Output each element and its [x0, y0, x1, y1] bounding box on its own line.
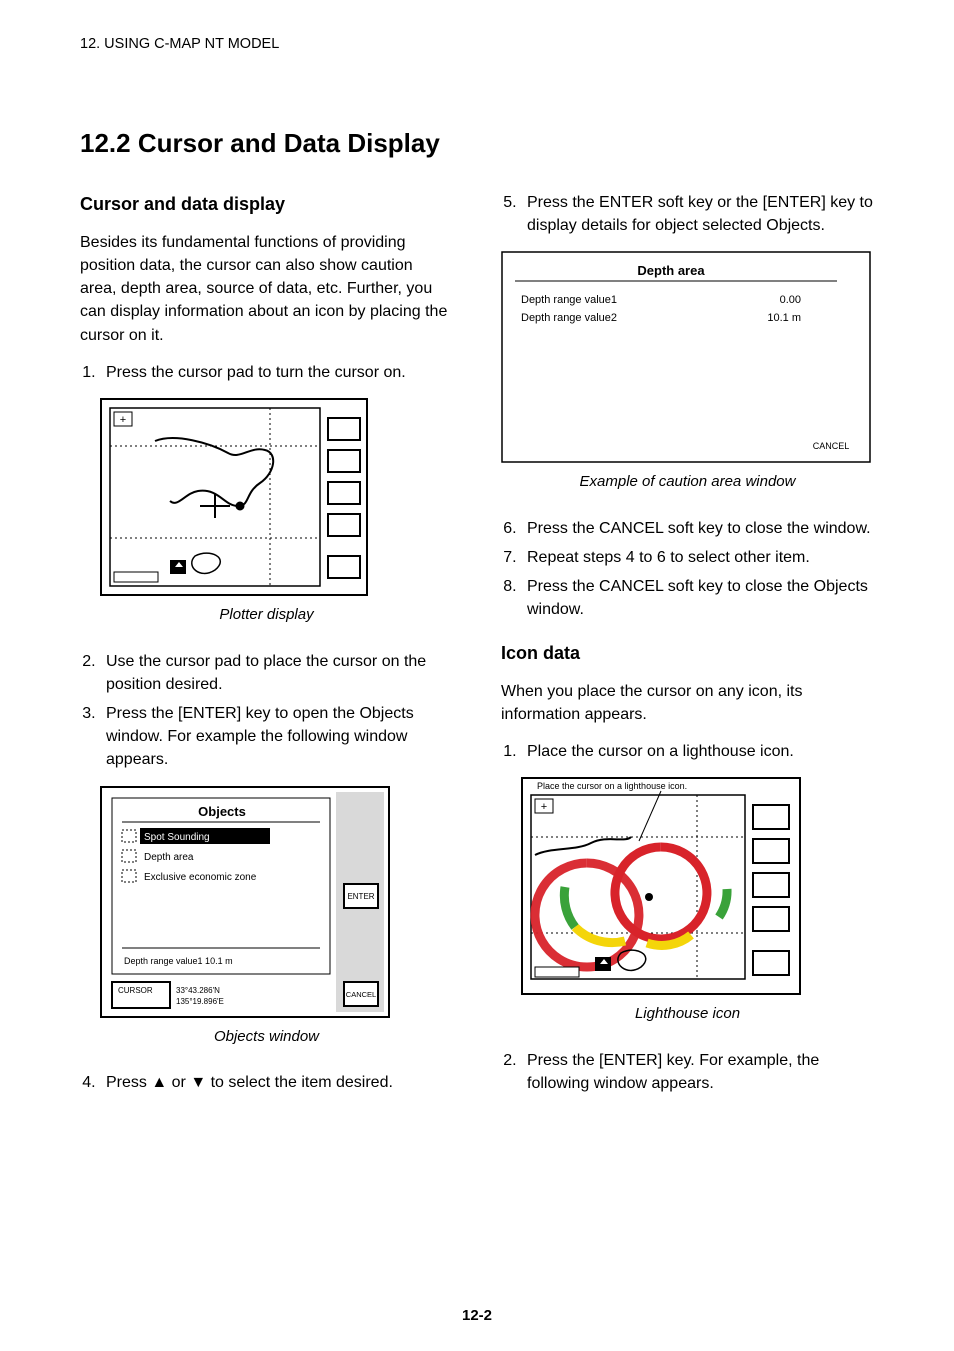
intro-paragraph: Besides its fundamental functions of pro… — [80, 231, 453, 347]
step-5: Press the ENTER soft key or the [ENTER] … — [521, 191, 874, 237]
svg-text:10.1 m: 10.1 m — [767, 312, 801, 324]
icon-data-paragraph: When you place the cursor on any icon, i… — [501, 680, 874, 726]
svg-text:Depth range value1 10.1 m: Depth range value1 10.1 m — [124, 956, 233, 966]
svg-text:Depth range value2: Depth range value2 — [521, 312, 617, 324]
figure-plotter-caption: Plotter display — [80, 604, 453, 626]
figure-objects-window: Objects Spot Sounding Depth area Exclusi — [100, 786, 453, 1018]
figure-plotter: + — [100, 398, 453, 596]
step-4: Press ▲ or ▼ to select the item desired. — [100, 1071, 453, 1094]
svg-text:Depth area: Depth area — [144, 852, 194, 863]
figure-depth-caption: Example of caution area window — [501, 471, 874, 493]
step-1: Press the cursor pad to turn the cursor … — [100, 361, 453, 384]
svg-text:Depth range value1: Depth range value1 — [521, 294, 617, 306]
svg-text:Place the cursor on a lighthou: Place the cursor on a lighthouse icon. — [537, 781, 687, 791]
figure-lighthouse-caption: Lighthouse icon — [501, 1003, 874, 1025]
svg-text:Spot Sounding: Spot Sounding — [144, 832, 210, 843]
svg-text:33°43.286'N: 33°43.286'N — [176, 986, 220, 995]
step-7: Repeat steps 4 to 6 to select other item… — [521, 546, 874, 569]
svg-text:ENTER: ENTER — [347, 892, 374, 901]
step-8: Press the CANCEL soft key to close the O… — [521, 575, 874, 621]
svg-text:+: + — [541, 801, 547, 813]
figure-objects-caption: Objects window — [80, 1026, 453, 1048]
svg-text:Exclusive economic zone: Exclusive economic zone — [144, 872, 257, 883]
objects-title: Objects — [198, 804, 246, 819]
subhead-cursor-data: Cursor and data display — [80, 191, 453, 217]
right-column: Press the ENTER soft key or the [ENTER] … — [501, 191, 874, 1110]
svg-text:CURSOR: CURSOR — [118, 986, 153, 995]
arrow-up-icon: ▲ — [151, 1074, 167, 1091]
left-column: Cursor and data display Besides its fund… — [80, 191, 453, 1110]
step-4-post: to select the item desired. — [206, 1074, 393, 1091]
step-3: Press the [ENTER] key to open the Object… — [100, 702, 453, 772]
svg-text:CANCEL: CANCEL — [813, 441, 850, 451]
figure-depth-area: Depth area Depth range value1 0.00 Depth … — [501, 251, 874, 463]
step-a1: Place the cursor on a lighthouse icon. — [521, 740, 874, 763]
subhead-icon-data: Icon data — [501, 640, 874, 666]
section-title: 12.2 Cursor and Data Display — [80, 125, 874, 163]
step-6: Press the CANCEL soft key to close the w… — [521, 517, 874, 540]
svg-text:+: + — [120, 414, 126, 426]
step-a2: Press the [ENTER] key. For example, the … — [521, 1049, 874, 1095]
arrow-down-icon: ▼ — [190, 1074, 206, 1091]
svg-text:Depth area: Depth area — [637, 263, 705, 278]
step-2: Use the cursor pad to place the cursor o… — [100, 650, 453, 696]
running-head: 12. USING C-MAP NT MODEL — [80, 34, 874, 55]
step-4-join: or — [167, 1074, 190, 1091]
page-number: 12-2 — [80, 1305, 874, 1327]
svg-text:0.00: 0.00 — [780, 294, 801, 306]
svg-text:CANCEL: CANCEL — [346, 990, 376, 999]
figure-lighthouse: Place the cursor on a lighthouse icon. + — [521, 777, 874, 995]
svg-text:135°19.896'E: 135°19.896'E — [176, 997, 224, 1006]
step-4-pre: Press — [106, 1074, 151, 1091]
